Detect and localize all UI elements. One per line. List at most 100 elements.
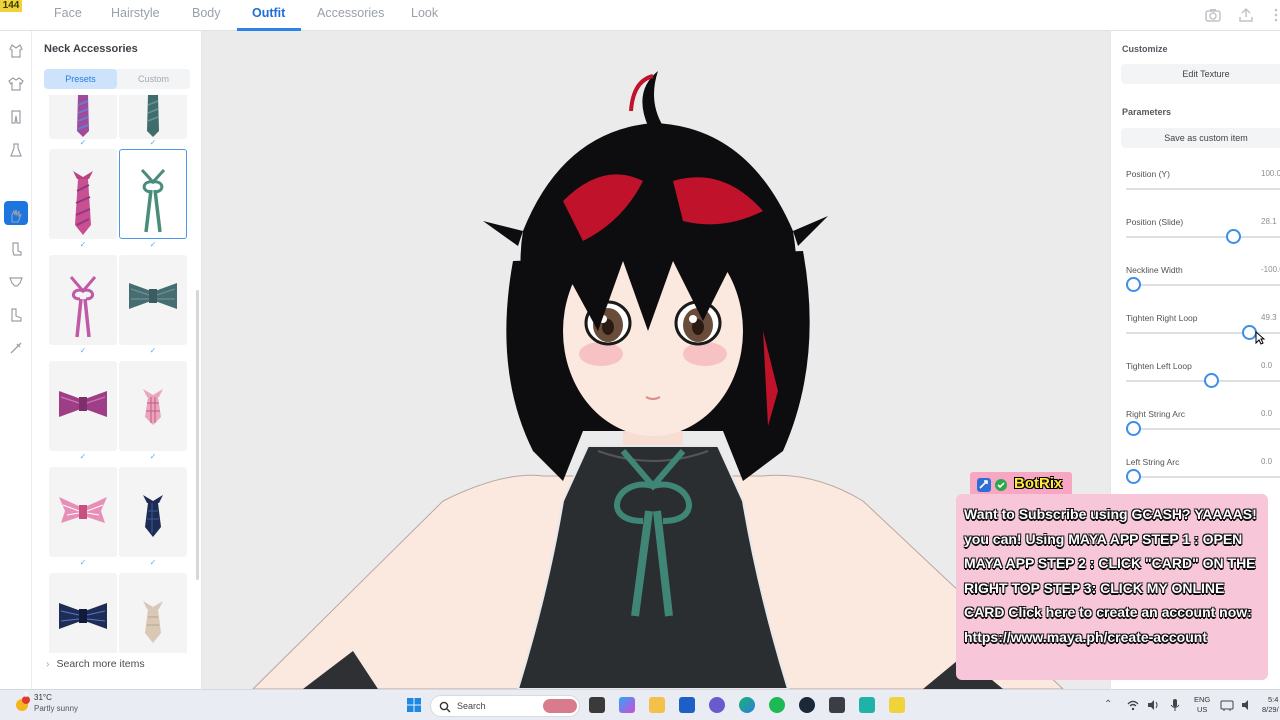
weather-temperature: 31°C [34, 693, 52, 702]
app-icon[interactable] [859, 697, 875, 713]
slider-knob[interactable] [1126, 469, 1141, 484]
preset-item[interactable] [119, 255, 187, 345]
dress-icon[interactable] [8, 142, 24, 158]
underwear-icon[interactable] [8, 274, 24, 290]
vroid-app-icon[interactable] [889, 697, 905, 713]
slider-knob[interactable] [1226, 229, 1241, 244]
owned-check-icon: ✓ [149, 452, 157, 461]
green-ribbon-thumbnail [140, 168, 166, 233]
presets-tab[interactable]: Presets [44, 69, 117, 89]
spotify-icon[interactable] [769, 697, 785, 713]
sock-icon[interactable] [8, 241, 24, 257]
pink-plaid-bow-thumbnail [59, 497, 107, 523]
preset-item[interactable] [49, 95, 117, 139]
param-value: 0.0 [1261, 409, 1273, 418]
windows-start-icon[interactable] [406, 697, 422, 713]
pants-icon[interactable] [8, 109, 24, 125]
param-label: Neckline Width [1126, 265, 1183, 275]
copilot-icon[interactable] [619, 697, 635, 713]
slider-track[interactable] [1126, 188, 1280, 190]
preset-item[interactable] [49, 255, 117, 345]
slider-knob[interactable] [1126, 421, 1141, 436]
slider-knob[interactable] [1126, 277, 1141, 292]
tray-overflow-icon[interactable]: ⌃ [1104, 699, 1112, 710]
slider-track[interactable] [1126, 476, 1280, 478]
edge-icon[interactable] [739, 697, 755, 713]
chevron-right-icon: › [46, 658, 50, 670]
slider-track[interactable] [1126, 428, 1280, 430]
edit-texture-button[interactable]: Edit Texture [1121, 64, 1280, 84]
language-code[interactable]: ENG [1194, 695, 1210, 704]
owned-check-icon: ✓ [149, 138, 157, 147]
preset-grid: ✓ ✓ ✓ ✓ ✓ ✓ ✓ ✓ ✓ ✓ [44, 95, 192, 653]
wifi-icon[interactable] [1126, 698, 1140, 712]
preset-item[interactable] [119, 573, 187, 653]
custom-tab[interactable]: Custom [117, 69, 190, 89]
preset-item[interactable] [49, 467, 117, 557]
taskbar-search-box[interactable]: Search [430, 695, 580, 717]
preset-item[interactable] [49, 361, 117, 451]
discord-icon[interactable] [709, 697, 725, 713]
slider-track[interactable] [1126, 236, 1280, 238]
owned-check-icon: ✓ [79, 346, 87, 355]
pink-ribbon-thumbnail [69, 276, 97, 338]
magenta-bow-thumbnail [59, 391, 107, 417]
param-label: Position (Y) [1126, 169, 1170, 179]
param-value: 28.1 [1261, 217, 1277, 226]
owned-check-icon: ✓ [79, 558, 87, 567]
network-icon[interactable] [1220, 698, 1234, 712]
task-view-icon[interactable] [589, 697, 605, 713]
preset-item[interactable] [119, 361, 187, 451]
preset-item[interactable] [49, 149, 117, 239]
glove-icon[interactable] [8, 208, 24, 224]
shirt-icon[interactable] [8, 76, 24, 92]
accessory-clip-icon[interactable] [8, 340, 24, 356]
param-label: Tighten Right Loop [1126, 313, 1198, 323]
category-rail [0, 31, 32, 689]
tab-face[interactable]: Face [54, 6, 82, 20]
param-label: Left String Arc [1126, 457, 1180, 467]
param-value: 100.0 [1261, 169, 1280, 178]
tab-body[interactable]: Body [192, 6, 221, 20]
owned-check-icon: ✓ [79, 138, 87, 147]
preset-item-selected[interactable] [119, 149, 187, 239]
search-more-items-link[interactable]: › Search more items [46, 658, 145, 670]
search-highlight-image [543, 699, 577, 713]
navy-bow-thumbnail [59, 603, 107, 629]
slider-track[interactable] [1126, 380, 1280, 382]
preset-item[interactable] [119, 95, 187, 139]
botrix-name: BotRix [1014, 475, 1063, 492]
tab-look[interactable]: Look [411, 6, 438, 20]
store-icon[interactable] [679, 697, 695, 713]
slider-knob[interactable] [1204, 373, 1219, 388]
more-icon[interactable] [1268, 7, 1280, 23]
jacket-icon[interactable] [8, 43, 24, 59]
microphone-icon[interactable] [1168, 698, 1182, 712]
tab-outfit[interactable]: Outfit [252, 6, 285, 20]
clock-time[interactable]: 5:4 [1268, 695, 1278, 704]
taskbar-search-label: Search [457, 701, 486, 711]
frame-counter-badge: 144 [0, 0, 22, 12]
speaker-icon[interactable] [1146, 698, 1160, 712]
camera-icon[interactable] [1205, 7, 1221, 23]
panel-title: Neck Accessories [44, 43, 138, 55]
preset-custom-toggle: Presets Custom [44, 69, 190, 89]
shoe-icon[interactable] [8, 307, 24, 323]
tab-accessories[interactable]: Accessories [317, 6, 384, 20]
grid-scrollbar[interactable] [196, 290, 199, 580]
beige-tie-thumbnail [143, 601, 163, 643]
export-icon[interactable] [1238, 7, 1254, 23]
save-custom-item-button[interactable]: Save as custom item [1121, 128, 1280, 148]
weather-description: Partly sunny [34, 704, 79, 713]
tab-hairstyle[interactable]: Hairstyle [111, 6, 160, 20]
preset-item[interactable] [119, 467, 187, 557]
top-tab-bar: 144 Face Hairstyle Body Outfit Accessori… [0, 0, 1280, 31]
slider-track[interactable] [1126, 284, 1280, 286]
volume-icon[interactable] [1240, 698, 1254, 712]
steam-icon[interactable] [799, 697, 815, 713]
tie-icon[interactable] [8, 175, 24, 191]
file-explorer-icon[interactable] [649, 697, 665, 713]
obs-icon[interactable] [829, 697, 845, 713]
owned-check-icon: ✓ [79, 240, 87, 249]
preset-item[interactable] [49, 573, 117, 653]
